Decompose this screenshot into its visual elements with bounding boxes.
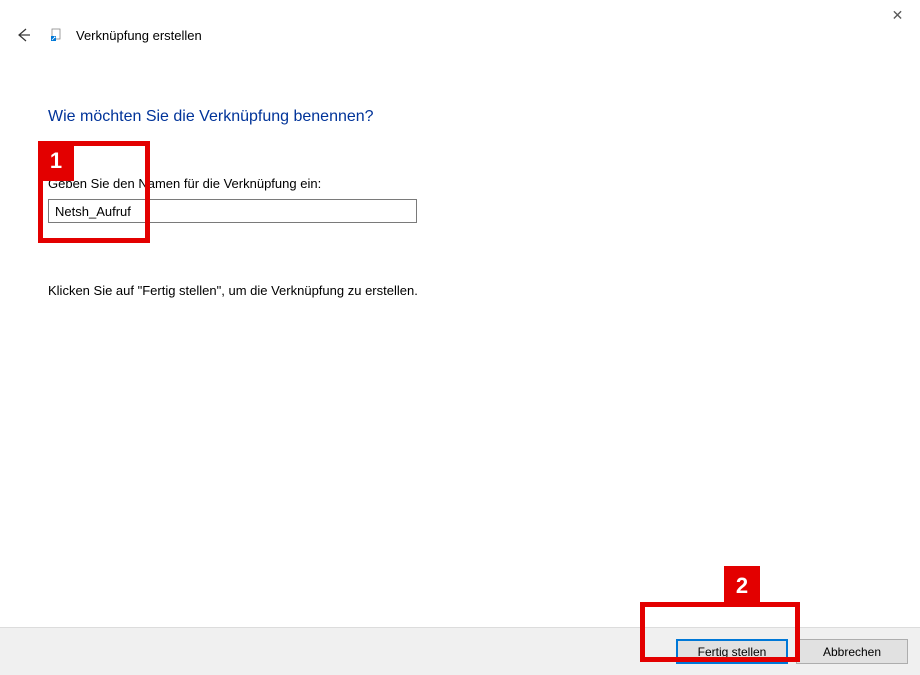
finish-button[interactable]: Fertig stellen [676, 639, 788, 664]
cancel-button[interactable]: Abbrechen [796, 639, 908, 664]
shortcut-icon [50, 28, 64, 42]
page-title: Verknüpfung erstellen [76, 28, 202, 43]
annotation-badge-2: 2 [724, 566, 760, 606]
instruction-text: Klicken Sie auf "Fertig stellen", um die… [48, 283, 872, 298]
shortcut-name-input[interactable] [48, 199, 417, 223]
footer-bar: Fertig stellen Abbrechen [0, 627, 920, 675]
content-area: Wie möchten Sie die Verknüpfung benennen… [48, 108, 872, 298]
back-button[interactable] [14, 26, 32, 44]
back-arrow-icon [14, 26, 32, 44]
header-row: Verknüpfung erstellen [14, 26, 202, 44]
name-field-label: Geben Sie den Namen für die Verknüpfung … [48, 176, 872, 191]
wizard-heading: Wie möchten Sie die Verknüpfung benennen… [48, 108, 872, 126]
close-icon: ✕ [892, 7, 904, 24]
close-button[interactable]: ✕ [875, 0, 920, 30]
